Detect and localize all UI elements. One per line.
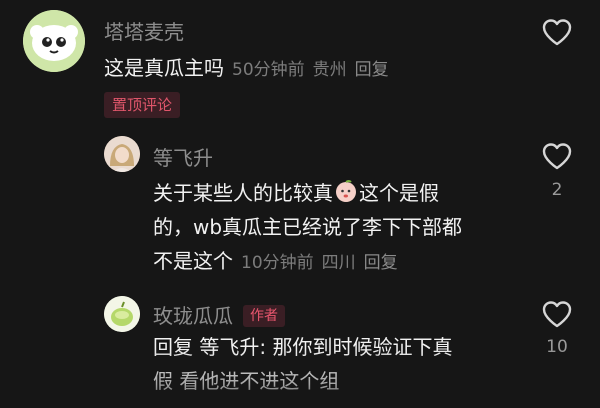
pinned-comment-badge: 置顶评论 [104, 92, 181, 118]
author-badge: 作者 [243, 305, 285, 327]
username[interactable]: 塔塔麦壳 [104, 16, 184, 45]
comment-text-line: 回复 等飞升: 那你到时候验证下真 [153, 335, 453, 359]
reply-button[interactable]: 回复 [355, 60, 389, 80]
like-count: 2 [551, 180, 563, 200]
username: 玫珑瓜瓜 作者 [153, 300, 285, 329]
heart-icon[interactable] [542, 300, 572, 328]
comment-text-content: 这是真瓜主吗 [104, 56, 224, 80]
comment-text-line: 关于某些人的比较真 [153, 181, 333, 205]
comment-text-line: 这个是假 [359, 181, 439, 205]
location: 四川 [321, 253, 356, 273]
comment-line: 关于某些人的比较真 这个是假 [153, 176, 462, 210]
comment-item: 玫珑瓜瓜 作者 回复 等飞升: 那你到时候验证下真 假 看他进不进这个组 10 [0, 290, 600, 408]
peach-face-emoji-icon [336, 180, 356, 202]
comment-text-line: 的，wb真瓜主已经说了李下下部都 [153, 215, 463, 239]
like-count: 10 [546, 337, 568, 357]
comment-text-line: 假 看他进不进这个组 [153, 369, 340, 393]
comment-meta: 10分钟前 四川 回复 [241, 253, 406, 273]
heart-icon[interactable] [542, 142, 572, 170]
melon-avatar-icon [104, 296, 140, 332]
comment-item: 等飞升 关于某些人的比较真 这个是假 的，wb真瓜主已经说了李下下部都 不是这个 1… [0, 130, 600, 290]
comment-text: 这是真瓜主吗 50分钟前 贵州 回复 [104, 52, 397, 81]
location: 贵州 [312, 60, 347, 80]
comment-text: 关于某些人的比较真 这个是假 的，wb真瓜主已经说了李下下部都 不是这个 10分钟前… [153, 176, 462, 280]
avatar[interactable] [23, 10, 85, 72]
comment-text: 回复 等飞升: 那你到时候验证下真 假 看他进不进这个组 [153, 330, 452, 398]
avatar[interactable] [104, 296, 140, 332]
heart-icon[interactable] [542, 18, 572, 46]
blonde-person-avatar-icon [104, 136, 140, 172]
timestamp: 10分钟前 [241, 253, 314, 273]
comment-line: 的，wb真瓜主已经说了李下下部都 [153, 210, 462, 244]
comment-meta: 50分钟前 贵州 回复 [232, 60, 397, 80]
ghost-cartoon-avatar-icon [23, 10, 85, 72]
reply-button[interactable]: 回复 [364, 253, 398, 273]
username[interactable]: 等飞升 [153, 142, 213, 171]
comment-line: 不是这个 10分钟前 四川 回复 [153, 244, 462, 280]
timestamp: 50分钟前 [232, 60, 305, 80]
username-text[interactable]: 玫珑瓜瓜 [153, 304, 233, 328]
comment-line: 假 看他进不进这个组 [153, 364, 452, 398]
comment-line: 回复 等飞升: 那你到时候验证下真 [153, 330, 452, 364]
comment-text-line: 不是这个 [153, 249, 233, 273]
comment-item: 塔塔麦壳 这是真瓜主吗 50分钟前 贵州 回复 置顶评论 [0, 0, 600, 130]
avatar[interactable] [104, 136, 140, 172]
